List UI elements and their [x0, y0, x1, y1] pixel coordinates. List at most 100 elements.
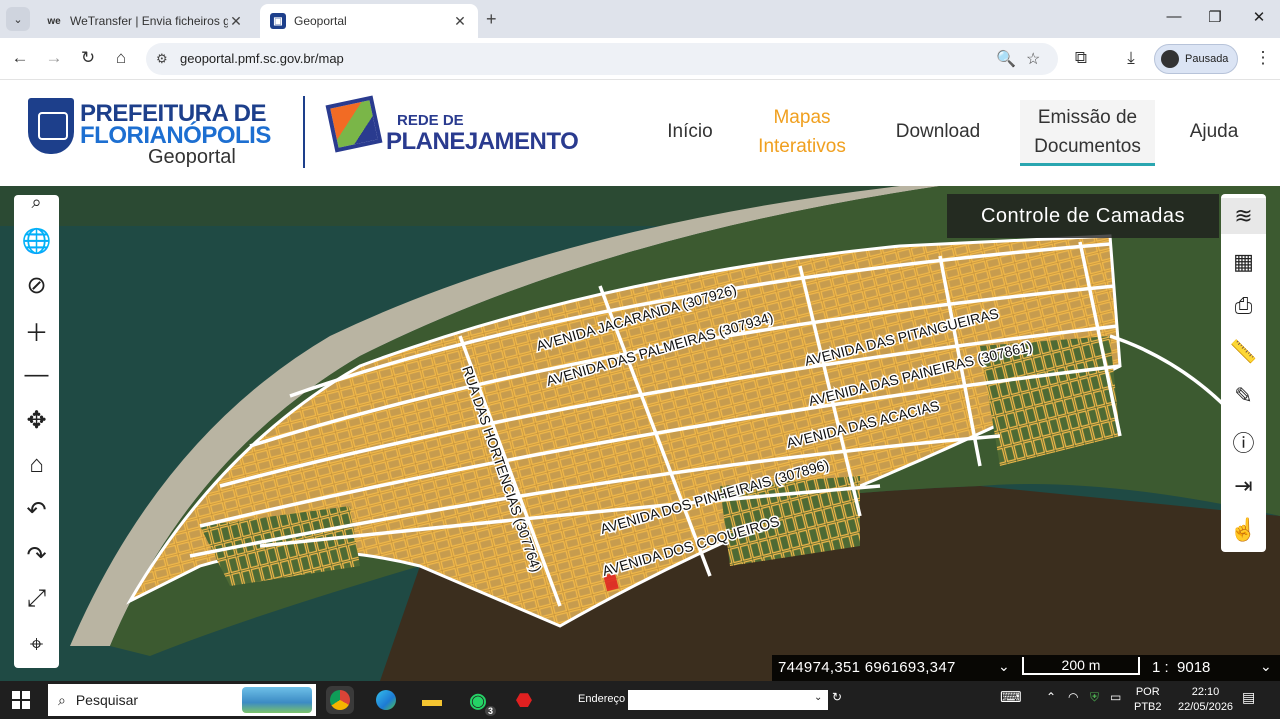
- logo-geoportal-subtitle: Geoportal: [148, 146, 236, 168]
- search-placeholder: Pesquisar: [75, 692, 139, 708]
- whatsapp-icon[interactable]: ◉ 3: [464, 686, 496, 716]
- tab-close-icon[interactable]: ✕: [228, 13, 244, 30]
- downloads-icon[interactable]: ⤓: [1120, 47, 1142, 69]
- go-icon[interactable]: ↻: [832, 690, 842, 704]
- pdf-reader-icon[interactable]: ⬣: [510, 686, 538, 714]
- pencil-icon[interactable]: ✎: [1221, 378, 1266, 414]
- show-hidden-icons-icon[interactable]: ⌃: [1046, 690, 1056, 704]
- nav-label: Documentos: [1034, 136, 1141, 157]
- tab-geoportal[interactable]: ▣ Geoportal ✕: [260, 4, 478, 38]
- globe-icon[interactable]: 🌐: [14, 223, 59, 259]
- url-text: geoportal.pmf.sc.gov.br/map: [180, 51, 344, 66]
- undo-icon[interactable]: ↶: [14, 492, 59, 528]
- search-icon: ⌕: [58, 691, 66, 708]
- layers-control-panel-title[interactable]: Controle de Camadas: [947, 194, 1219, 238]
- minimize-button[interactable]: —: [1164, 8, 1184, 25]
- tab-title: WeTransfer | Envia ficheiros gra: [70, 14, 228, 28]
- windows-start-icon[interactable]: [12, 691, 30, 709]
- avatar: [1161, 50, 1179, 68]
- nav-label: Ajuda: [1189, 121, 1239, 142]
- search-highlight-image: [242, 687, 312, 713]
- profile-button[interactable]: Pausada: [1154, 44, 1238, 74]
- print-icon[interactable]: ⎙: [1221, 288, 1266, 324]
- address-bar[interactable]: ⚙ geoportal.pmf.sc.gov.br/map 🔍 ☆: [146, 43, 1058, 75]
- map-canvas[interactable]: AVENIDA JACARANDA (307926) AVENIDA DAS P…: [0, 186, 1280, 681]
- zoom-in-icon[interactable]: ＋: [14, 312, 59, 348]
- nav-label: Início: [667, 121, 713, 142]
- nav-download[interactable]: Download: [882, 117, 994, 146]
- whatsapp-badge: 3: [484, 706, 496, 716]
- coordinates-readout: 744974,351 6961693,347: [778, 659, 956, 676]
- tab-close-icon[interactable]: ✕: [452, 13, 468, 30]
- security-shield-icon[interactable]: ⛨: [1090, 690, 1099, 705]
- close-window-button[interactable]: ✕: [1249, 8, 1269, 26]
- zoom-area-icon[interactable]: ⊘: [14, 267, 59, 303]
- chevron-down-icon[interactable]: ⌄: [998, 658, 1010, 675]
- header-divider: [303, 96, 305, 168]
- file-explorer-icon[interactable]: ▬: [418, 686, 446, 714]
- nav-ajuda[interactable]: Ajuda: [1178, 117, 1250, 146]
- maximize-button[interactable]: ❐: [1205, 8, 1225, 26]
- home-button[interactable]: ⌂: [110, 47, 132, 69]
- extensions-icon[interactable]: ⧉: [1070, 47, 1092, 69]
- nav-label: Download: [895, 121, 981, 142]
- export-icon[interactable]: ⇥: [1221, 468, 1266, 504]
- zoom-indicator-icon[interactable]: 🔍: [996, 49, 1016, 69]
- grid-icon[interactable]: ▦: [1221, 244, 1266, 280]
- site-header: PREFEITURA DE FLORIANÓPOLIS Geoportal RE…: [0, 80, 1280, 186]
- new-tab-button[interactable]: +: [486, 9, 497, 30]
- pointer-icon[interactable]: ☝: [1221, 512, 1266, 548]
- windows-taskbar: ⌕ Pesquisar ▬ ◉ 3 ⬣ Endereço ⌄ ↻ ⌨ ⌃ ◠ ⛨ …: [0, 681, 1280, 719]
- nav-label: Emissão de: [1037, 107, 1138, 128]
- map-right-toolbar: ≋ ▦ ⎙ 📏 ✎ ⓘ ⇥ ☝: [1221, 194, 1266, 552]
- browser-toolbar: ← → ↻ ⌂ ⚙ geoportal.pmf.sc.gov.br/map 🔍 …: [0, 38, 1280, 80]
- chrome-icon[interactable]: [326, 686, 354, 714]
- reload-button[interactable]: ↻: [77, 47, 99, 69]
- keyboard-icon[interactable]: ⌨: [1000, 688, 1022, 706]
- back-button[interactable]: ←: [9, 47, 31, 69]
- battery-icon[interactable]: ▭: [1110, 690, 1121, 704]
- nav-label: Mapas: [773, 107, 831, 128]
- chevron-down-icon[interactable]: ⌄: [814, 692, 822, 703]
- tab-search-button[interactable]: ⌄: [6, 7, 30, 31]
- notifications-icon[interactable]: ▤: [1242, 689, 1255, 706]
- scale-ratio[interactable]: 1 : 9018: [1152, 659, 1210, 676]
- scale-bar-label: 200 m: [1061, 657, 1101, 673]
- nav-mapas-interativos[interactable]: Mapas Interativos: [744, 103, 860, 161]
- chevron-down-icon[interactable]: ⌄: [1260, 658, 1272, 675]
- geoportal-favicon-icon: ▣: [270, 13, 286, 29]
- logo-rede-line1: REDE DE: [397, 112, 464, 129]
- nav-inicio[interactable]: Início: [656, 117, 724, 146]
- map-left-toolbar: ⌕ 🌐 ⊘ ＋ — ✥ ⌂ ↶ ↷ ⤢ ⌖: [14, 192, 59, 668]
- address-toolbar-input[interactable]: [628, 690, 828, 710]
- nav-label: Interativos: [758, 136, 846, 157]
- ruler-icon[interactable]: 📏: [1221, 334, 1266, 370]
- tab-wetransfer[interactable]: we WeTransfer | Envia ficheiros gra ✕: [36, 4, 254, 38]
- redo-icon[interactable]: ↷: [14, 537, 59, 573]
- rede-planejamento-logo-icon: [325, 95, 383, 153]
- edge-icon[interactable]: [372, 686, 400, 714]
- nav-emissao-documentos[interactable]: Emissão de Documentos: [1020, 100, 1155, 166]
- florianopolis-coat-of-arms-icon: [28, 98, 74, 154]
- wetransfer-favicon-icon: we: [47, 15, 61, 27]
- home-icon[interactable]: ⌂: [14, 447, 59, 483]
- wifi-icon[interactable]: ◠: [1068, 690, 1078, 704]
- language-indicator[interactable]: POR PTB2: [1134, 685, 1162, 715]
- taskbar-search[interactable]: ⌕ Pesquisar: [48, 684, 316, 716]
- focus-icon[interactable]: ⌖: [14, 627, 59, 663]
- pan-icon[interactable]: ✥: [14, 402, 59, 438]
- forward-button[interactable]: →: [43, 47, 65, 69]
- zoom-out-icon[interactable]: —: [14, 357, 59, 393]
- fullscreen-icon[interactable]: ⤢: [14, 581, 59, 617]
- system-clock[interactable]: 22:10 22/05/2026: [1178, 685, 1233, 715]
- info-icon[interactable]: ⓘ: [1221, 424, 1266, 460]
- bookmark-star-icon[interactable]: ☆: [1026, 49, 1040, 69]
- browser-tab-strip: ⌄ we WeTransfer | Envia ficheiros gra ✕ …: [0, 0, 1280, 38]
- site-info-icon[interactable]: ⚙: [156, 51, 168, 67]
- layers-icon[interactable]: ≋: [1221, 198, 1266, 234]
- language-code: POR: [1135, 686, 1160, 698]
- logo-rede-line2: PLANEJAMENTO: [386, 128, 579, 155]
- search-icon[interactable]: ⌕: [14, 191, 59, 213]
- clock-date: 22/05/2026: [1178, 701, 1234, 713]
- browser-menu-icon[interactable]: ⋮: [1252, 47, 1274, 69]
